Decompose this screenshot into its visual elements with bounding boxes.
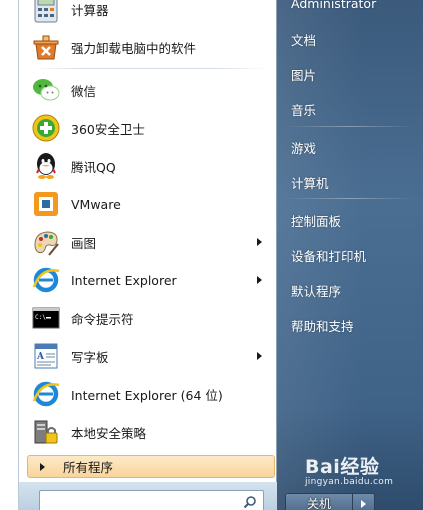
shutdown-button[interactable]: 关机 [286, 494, 352, 510]
shutdown-options-arrow-icon[interactable] [352, 494, 374, 510]
all-programs-label: 所有程序 [63, 460, 114, 475]
program-label: 腾讯QQ [71, 159, 116, 175]
program-label: 微信 [71, 83, 97, 99]
search-box[interactable] [39, 490, 264, 510]
qq-icon [36, 153, 56, 179]
right-divider [285, 126, 415, 127]
documents-link[interactable]: 文档 [291, 30, 316, 49]
program-list: 计算器 强力卸载电脑中的软件 微信 360安全卫士 腾讯QQ VMware 画图… [27, 0, 272, 451]
calculator-icon [34, 0, 58, 23]
program-label: VMware [71, 196, 121, 212]
submenu-arrow-icon [257, 352, 262, 360]
all-programs-button[interactable]: 所有程序 [27, 455, 275, 478]
program-item-uninstaller[interactable]: 强力卸载电脑中的软件 [27, 28, 272, 66]
internet-explorer-icon [32, 381, 60, 407]
control-panel-link[interactable]: 控制面板 [291, 211, 341, 230]
paint-icon [34, 231, 59, 256]
360-security-icon [32, 114, 60, 142]
places-pane: Administrator 文档 图片 音乐 游戏 计算机 控制面板 设备和打印… [277, 0, 423, 510]
program-label: 本地安全策略 [71, 425, 147, 441]
security-policy-icon [34, 420, 58, 444]
program-item-internet-explorer-64[interactable]: Internet Explorer (64 位) [27, 375, 272, 413]
program-label: Internet Explorer (64 位) [71, 387, 223, 403]
default-programs-link[interactable]: 默认程序 [291, 281, 341, 300]
program-item-command-prompt[interactable]: C:\ 命令提示符 [27, 299, 272, 337]
music-link[interactable]: 音乐 [291, 100, 316, 119]
vmware-icon [34, 192, 58, 216]
watermark: Bai经验 jingyan.baidu.com [305, 452, 393, 487]
list-divider [33, 68, 266, 69]
program-item-local-security-policy[interactable]: 本地安全策略 [27, 413, 272, 451]
help-support-link[interactable]: 帮助和支持 [291, 316, 354, 335]
devices-printers-link[interactable]: 设备和打印机 [291, 246, 366, 265]
submenu-arrow-icon [257, 238, 262, 246]
program-item-qq[interactable]: 腾讯QQ [27, 147, 272, 185]
programs-pane: 计算器 强力卸载电脑中的软件 微信 360安全卫士 腾讯QQ VMware 画图… [18, 0, 278, 510]
watermark-main: Bai经验 [305, 456, 380, 478]
program-item-360[interactable]: 360安全卫士 [27, 109, 272, 147]
program-label: 写字板 [71, 349, 109, 365]
wordpad-icon: A [34, 343, 58, 369]
program-label: 画图 [71, 235, 97, 251]
watermark-sub: jingyan.baidu.com [305, 477, 394, 487]
computer-link[interactable]: 计算机 [291, 173, 329, 192]
search-input[interactable] [44, 493, 234, 510]
program-label: 计算器 [71, 2, 109, 18]
games-link[interactable]: 游戏 [291, 138, 316, 157]
command-prompt-icon: C:\ [32, 307, 60, 329]
svg-text:A: A [36, 352, 45, 362]
user-name-link[interactable]: Administrator [291, 0, 376, 11]
uninstall-icon [33, 35, 59, 60]
program-label: 360安全卫士 [71, 121, 145, 137]
start-menu: 计算器 强力卸载电脑中的软件 微信 360安全卫士 腾讯QQ VMware 画图… [18, 0, 423, 510]
program-label: 命令提示符 [71, 311, 134, 327]
program-item-calculator[interactable]: 计算器 [27, 0, 272, 28]
search-area [19, 482, 278, 510]
search-icon[interactable] [243, 495, 257, 509]
program-label: 强力卸载电脑中的软件 [71, 40, 197, 56]
program-item-vmware[interactable]: VMware [27, 185, 272, 223]
pictures-link[interactable]: 图片 [291, 65, 316, 84]
shutdown-button-group: 关机 [285, 493, 375, 510]
internet-explorer-icon [32, 267, 60, 293]
right-divider [285, 198, 415, 199]
submenu-arrow-icon [257, 276, 262, 284]
program-item-paint[interactable]: 画图 [27, 223, 272, 261]
program-label: Internet Explorer [71, 272, 177, 288]
program-item-internet-explorer[interactable]: Internet Explorer [27, 261, 272, 299]
wechat-icon [33, 79, 60, 101]
play-arrow-icon [40, 462, 45, 471]
program-item-wordpad[interactable]: A 写字板 [27, 337, 272, 375]
program-item-wechat[interactable]: 微信 [27, 71, 272, 109]
svg-text:C:\: C:\ [35, 314, 46, 321]
